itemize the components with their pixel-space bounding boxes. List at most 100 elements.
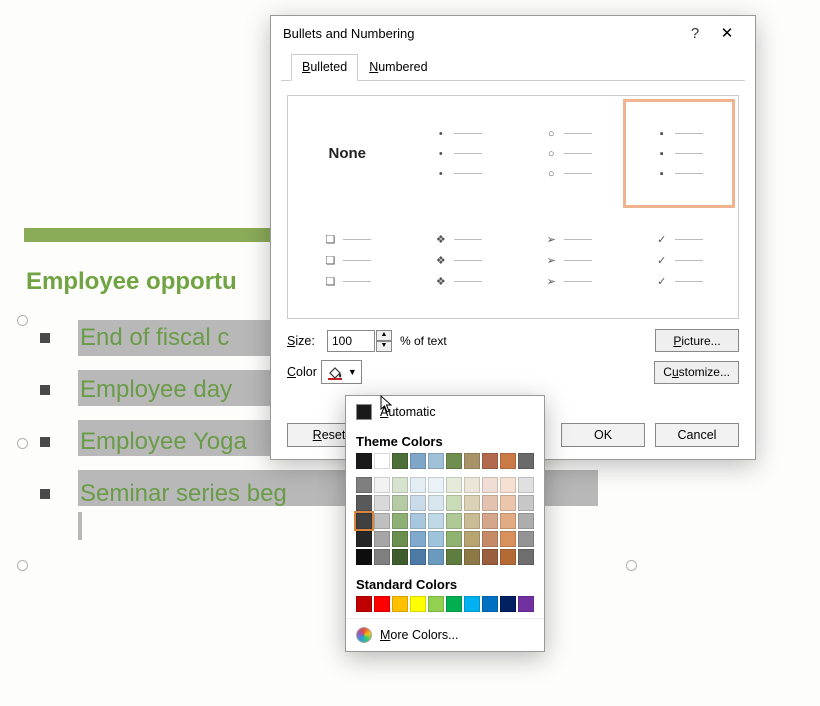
color-swatch[interactable] xyxy=(374,513,390,529)
color-swatch[interactable] xyxy=(446,453,462,469)
bullet-option-none[interactable]: None xyxy=(294,102,401,205)
color-swatch[interactable] xyxy=(374,531,390,547)
color-swatch[interactable] xyxy=(464,549,480,565)
dialog-titlebar[interactable]: Bullets and Numbering ? ✕ xyxy=(271,16,755,50)
bullet-option-hollow-square[interactable]: ❏ ❏ ❏ xyxy=(294,209,401,312)
color-swatch[interactable] xyxy=(356,477,372,493)
color-swatch[interactable] xyxy=(464,495,480,511)
bullet-option-square[interactable]: ▪ ▪ ▪ xyxy=(626,102,733,205)
color-swatch[interactable] xyxy=(428,453,444,469)
color-swatch[interactable] xyxy=(464,477,480,493)
color-swatch[interactable] xyxy=(518,513,534,529)
color-swatch[interactable] xyxy=(500,531,516,547)
color-swatch[interactable] xyxy=(410,495,426,511)
list-item-text: Employee Yoga xyxy=(80,428,247,456)
color-swatch[interactable] xyxy=(446,531,462,547)
color-swatch[interactable] xyxy=(410,453,426,469)
color-swatch[interactable] xyxy=(428,513,444,529)
bullet-option-dot[interactable]: • • • xyxy=(405,102,512,205)
color-swatch[interactable] xyxy=(518,495,534,511)
color-swatch[interactable] xyxy=(482,596,498,612)
help-button[interactable]: ? xyxy=(679,25,711,42)
color-swatch[interactable] xyxy=(374,495,390,511)
color-swatch[interactable] xyxy=(356,513,372,529)
spinner-down-icon[interactable]: ▼ xyxy=(376,341,392,352)
color-swatch[interactable] xyxy=(500,596,516,612)
color-swatch[interactable] xyxy=(518,596,534,612)
bullet-option-diamond[interactable]: ❖ ❖ ❖ xyxy=(405,209,512,312)
color-swatch[interactable] xyxy=(482,495,498,511)
color-swatch[interactable] xyxy=(446,513,462,529)
color-swatch[interactable] xyxy=(428,549,444,565)
size-input[interactable] xyxy=(327,330,375,352)
color-swatch[interactable] xyxy=(356,596,372,612)
square-bullet-icon xyxy=(40,489,50,499)
close-button[interactable]: ✕ xyxy=(711,24,743,42)
color-swatch[interactable] xyxy=(356,531,372,547)
color-swatch[interactable] xyxy=(518,531,534,547)
ok-button[interactable]: OK xyxy=(561,423,645,447)
bullet-option-arrow[interactable]: ➢ ➢ ➢ xyxy=(515,209,622,312)
color-swatch[interactable] xyxy=(410,549,426,565)
bullet-option-circle[interactable]: ○ ○ ○ xyxy=(515,102,622,205)
color-swatch[interactable] xyxy=(500,549,516,565)
tab-bulleted[interactable]: Bulleted xyxy=(291,54,358,81)
customize-button[interactable]: Customize... xyxy=(654,361,739,384)
color-swatch[interactable] xyxy=(464,531,480,547)
more-colors[interactable]: More Colors... xyxy=(346,618,544,651)
tab-numbered[interactable]: Numbered xyxy=(358,54,438,80)
color-swatch[interactable] xyxy=(428,596,444,612)
color-swatch[interactable] xyxy=(500,495,516,511)
color-swatch[interactable] xyxy=(464,453,480,469)
color-swatch[interactable] xyxy=(446,495,462,511)
color-swatch[interactable] xyxy=(356,495,372,511)
color-swatch[interactable] xyxy=(356,453,372,469)
color-swatch[interactable] xyxy=(392,477,408,493)
color-swatch[interactable] xyxy=(482,531,498,547)
color-swatch[interactable] xyxy=(482,453,498,469)
color-swatch[interactable] xyxy=(410,513,426,529)
color-swatch[interactable] xyxy=(482,477,498,493)
color-swatch[interactable] xyxy=(374,596,390,612)
picture-button[interactable]: Picture... xyxy=(655,329,739,352)
color-swatch[interactable] xyxy=(392,549,408,565)
color-swatch[interactable] xyxy=(500,453,516,469)
color-swatch[interactable] xyxy=(500,477,516,493)
color-swatch[interactable] xyxy=(392,596,408,612)
color-swatch[interactable] xyxy=(374,477,390,493)
bullet-option-check[interactable]: ✓ ✓ ✓ xyxy=(626,209,733,312)
color-swatch[interactable] xyxy=(464,513,480,529)
color-swatch[interactable] xyxy=(500,513,516,529)
color-swatch[interactable] xyxy=(446,549,462,565)
resize-handle[interactable] xyxy=(626,560,637,571)
color-swatch[interactable] xyxy=(374,549,390,565)
color-swatch[interactable] xyxy=(482,549,498,565)
color-swatch[interactable] xyxy=(518,453,534,469)
list-item-text: Employee day xyxy=(80,376,232,404)
color-swatch[interactable] xyxy=(464,596,480,612)
color-swatch[interactable] xyxy=(410,531,426,547)
paint-bucket-icon xyxy=(326,364,344,380)
color-swatch[interactable] xyxy=(482,513,498,529)
color-swatch[interactable] xyxy=(428,531,444,547)
color-swatch[interactable] xyxy=(392,495,408,511)
percent-of-text-label: % of text xyxy=(400,334,447,348)
color-swatch[interactable] xyxy=(392,531,408,547)
color-swatch[interactable] xyxy=(410,477,426,493)
color-swatch[interactable] xyxy=(518,477,534,493)
color-automatic[interactable]: Automatic xyxy=(346,396,544,428)
color-swatch[interactable] xyxy=(518,549,534,565)
color-swatch[interactable] xyxy=(392,513,408,529)
resize-handle[interactable] xyxy=(17,560,28,571)
color-swatch[interactable] xyxy=(410,596,426,612)
color-swatch[interactable] xyxy=(446,477,462,493)
color-swatch[interactable] xyxy=(356,549,372,565)
color-swatch[interactable] xyxy=(392,453,408,469)
color-dropdown-button[interactable]: ▼ xyxy=(321,360,362,384)
color-swatch[interactable] xyxy=(428,477,444,493)
color-swatch[interactable] xyxy=(428,495,444,511)
color-swatch[interactable] xyxy=(374,453,390,469)
color-swatch[interactable] xyxy=(446,596,462,612)
cancel-button[interactable]: Cancel xyxy=(655,423,739,447)
spinner-up-icon[interactable]: ▲ xyxy=(376,330,392,341)
